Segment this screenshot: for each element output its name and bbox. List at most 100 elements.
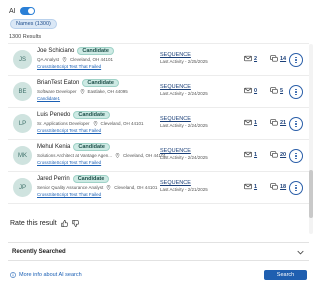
chat-icon bbox=[270, 183, 278, 190]
job-title: Senior Quality Assurance Analyst bbox=[37, 185, 104, 190]
scrollbar-thumb[interactable] bbox=[309, 170, 313, 218]
envelope-icon bbox=[244, 151, 252, 158]
stat-chat[interactable]: 20 bbox=[270, 151, 286, 158]
last-activity: Last Activity - 2/21/2025 bbox=[160, 187, 208, 192]
stat-envelope[interactable]: 1 bbox=[244, 183, 257, 190]
more-options-button[interactable] bbox=[289, 149, 303, 163]
job-title: Software Developer bbox=[37, 89, 77, 94]
more-options-button[interactable] bbox=[289, 117, 303, 131]
stat2-count: 18 bbox=[280, 183, 287, 190]
ai-toggle[interactable] bbox=[19, 7, 35, 15]
stat-envelope[interactable]: 2 bbox=[244, 55, 257, 62]
envelope-icon bbox=[244, 55, 252, 62]
candidate-name[interactable]: Luis Penedo bbox=[37, 112, 70, 118]
rate-label: Rate this result bbox=[10, 220, 57, 227]
last-activity: Last Activity - 2/24/2025 bbox=[160, 155, 208, 160]
candidate-link[interactable]: CrossSiteScript Test That Failed bbox=[37, 64, 101, 69]
job-title: Solutions Architect at Vantage Agen... bbox=[37, 153, 112, 158]
thumbs-up-icon[interactable] bbox=[61, 220, 68, 227]
candidate-badge: Candidate bbox=[82, 79, 119, 87]
results-count: 1300 Results bbox=[9, 34, 42, 40]
candidate-badge: Candidate bbox=[73, 143, 110, 151]
chat-icon bbox=[270, 55, 278, 62]
info-icon bbox=[10, 272, 16, 278]
avatar: LP bbox=[13, 114, 32, 133]
avatar: JS bbox=[13, 50, 32, 69]
stat-chat[interactable]: 14 bbox=[270, 55, 286, 62]
recently-searched-label: Recently Searched bbox=[12, 249, 66, 255]
sequence-link[interactable]: SEQUENCE bbox=[160, 180, 208, 186]
toggle-knob bbox=[27, 8, 34, 14]
result-row[interactable]: JS Joe Schiciano Candidate QA Analyst Cl… bbox=[8, 44, 309, 76]
more-options-button[interactable] bbox=[289, 53, 303, 67]
candidate-name[interactable]: BrianTest Eaton bbox=[37, 80, 79, 86]
names-filter-chip[interactable]: Names (1300) bbox=[10, 19, 57, 29]
stat2-count: 21 bbox=[280, 119, 287, 126]
more-options-button[interactable] bbox=[289, 85, 303, 99]
stat1-count: 2 bbox=[254, 55, 258, 62]
result-row[interactable]: MK Mehul Kenia Candidate Solutions Archi… bbox=[8, 140, 309, 172]
sequence-link[interactable]: SEQUENCE bbox=[160, 52, 208, 58]
chat-icon bbox=[270, 119, 278, 126]
envelope-icon bbox=[244, 183, 252, 190]
thumbs-down-icon[interactable] bbox=[72, 220, 79, 227]
sequence-link[interactable]: SEQUENCE bbox=[160, 148, 208, 154]
sequence-link[interactable]: SEQUENCE bbox=[160, 84, 208, 90]
envelope-icon bbox=[244, 87, 252, 94]
job-title: QA Analyst bbox=[37, 57, 60, 62]
ai-toggle-bar: AI bbox=[9, 5, 35, 17]
stat1-count: 1 bbox=[254, 183, 258, 190]
stat2-count: 5 bbox=[280, 87, 284, 94]
avatar: MK bbox=[13, 146, 32, 165]
stat2-count: 20 bbox=[280, 151, 287, 158]
last-activity: Last Activity - 2/24/2025 bbox=[160, 91, 208, 96]
stat-chat[interactable]: 5 bbox=[270, 87, 283, 94]
stat-envelope[interactable]: 1 bbox=[244, 119, 257, 126]
map-pin-icon bbox=[62, 57, 67, 62]
map-pin-icon bbox=[115, 153, 120, 158]
ai-label: AI bbox=[9, 7, 16, 15]
recently-searched-panel[interactable]: Recently Searched bbox=[8, 242, 309, 261]
rate-result: Rate this result bbox=[10, 220, 79, 227]
chat-icon bbox=[270, 151, 278, 158]
result-row[interactable]: BE BrianTest Eaton Candidate Software De… bbox=[8, 76, 309, 108]
candidate-link[interactable]: CrossSiteScript Test That Failed bbox=[37, 128, 101, 133]
candidate-name[interactable]: Mehul Kenia bbox=[37, 144, 70, 150]
stat1-count: 0 bbox=[254, 87, 258, 94]
stat-chat[interactable]: 21 bbox=[270, 119, 286, 126]
candidate-badge: Candidate bbox=[77, 47, 114, 55]
chat-icon bbox=[270, 87, 278, 94]
ai-search-info-link[interactable]: More info about AI search bbox=[19, 272, 82, 278]
candidate-name[interactable]: Jared Perrin bbox=[37, 176, 70, 182]
more-options-button[interactable] bbox=[289, 181, 303, 195]
location: Cleveland, OH 44101 bbox=[114, 185, 158, 190]
search-button[interactable]: Search bbox=[264, 270, 307, 280]
job-title: Sr. Applications Developer bbox=[37, 121, 90, 126]
result-row[interactable]: LP Luis Penedo Candidate Sr. Application… bbox=[8, 108, 309, 140]
sequence-link[interactable]: SEQUENCE bbox=[160, 116, 208, 122]
map-pin-icon bbox=[80, 89, 84, 94]
map-pin-icon bbox=[106, 185, 111, 190]
last-activity: Last Activity - 2/25/2025 bbox=[160, 59, 208, 64]
footer-info[interactable]: More info about AI search bbox=[10, 272, 82, 278]
stat-chat[interactable]: 18 bbox=[270, 183, 286, 190]
map-pin-icon bbox=[93, 121, 97, 126]
stat1-count: 1 bbox=[254, 151, 258, 158]
envelope-icon bbox=[244, 119, 252, 126]
candidate-badge: Candidate bbox=[73, 111, 110, 119]
candidate-link[interactable]: Candidate1 bbox=[37, 96, 60, 101]
results-scrollbar[interactable] bbox=[309, 44, 313, 234]
avatar: BE bbox=[13, 82, 32, 101]
candidate-link[interactable]: CrossSiteScript Test That Failed bbox=[37, 160, 101, 165]
last-activity: Last Activity - 2/24/2025 bbox=[160, 123, 208, 128]
avatar: JP bbox=[13, 178, 32, 197]
chevron-down-icon[interactable] bbox=[297, 250, 304, 255]
stat-envelope[interactable]: 0 bbox=[244, 87, 257, 94]
candidate-badge: Candidate bbox=[72, 175, 110, 183]
candidate-name[interactable]: Joe Schiciano bbox=[37, 48, 74, 54]
stat-envelope[interactable]: 1 bbox=[244, 151, 257, 158]
stat2-count: 14 bbox=[280, 55, 287, 62]
result-row[interactable]: JP Jared Perrin Candidate Senior Quality… bbox=[8, 172, 309, 204]
location: Cleveland, OH 44101 bbox=[100, 121, 144, 126]
candidate-link[interactable]: CrossSiteScript Test That Failed bbox=[37, 192, 101, 197]
